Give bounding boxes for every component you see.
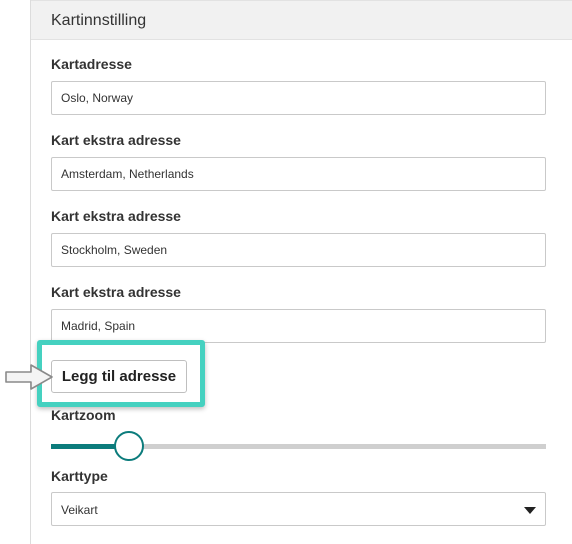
map-type-select[interactable]: Veikart bbox=[51, 492, 546, 526]
zoom-slider-handle[interactable] bbox=[114, 431, 144, 461]
extra-address-input-1[interactable] bbox=[51, 157, 546, 191]
extra-address-label-1: Kart ekstra adresse bbox=[51, 132, 181, 148]
panel-header: Kartinnstilling bbox=[31, 0, 572, 40]
arrow-right-icon bbox=[5, 364, 53, 390]
map-address-input[interactable] bbox=[51, 81, 546, 115]
map-address-label: Kartadresse bbox=[51, 56, 132, 72]
extra-address-input-3[interactable] bbox=[51, 309, 546, 343]
map-type-selected-value: Veikart bbox=[61, 503, 98, 517]
map-type-label: Karttype bbox=[51, 468, 108, 484]
extra-address-label-3: Kart ekstra adresse bbox=[51, 284, 181, 300]
panel-title: Kartinnstilling bbox=[51, 12, 147, 29]
map-zoom-label: Kartzoom bbox=[51, 407, 116, 423]
extra-address-input-2[interactable] bbox=[51, 233, 546, 267]
caret-down-icon bbox=[524, 507, 536, 514]
extra-address-label-2: Kart ekstra adresse bbox=[51, 208, 181, 224]
zoom-slider-track[interactable] bbox=[129, 444, 546, 449]
add-address-button[interactable]: Legg til adresse bbox=[51, 360, 187, 393]
